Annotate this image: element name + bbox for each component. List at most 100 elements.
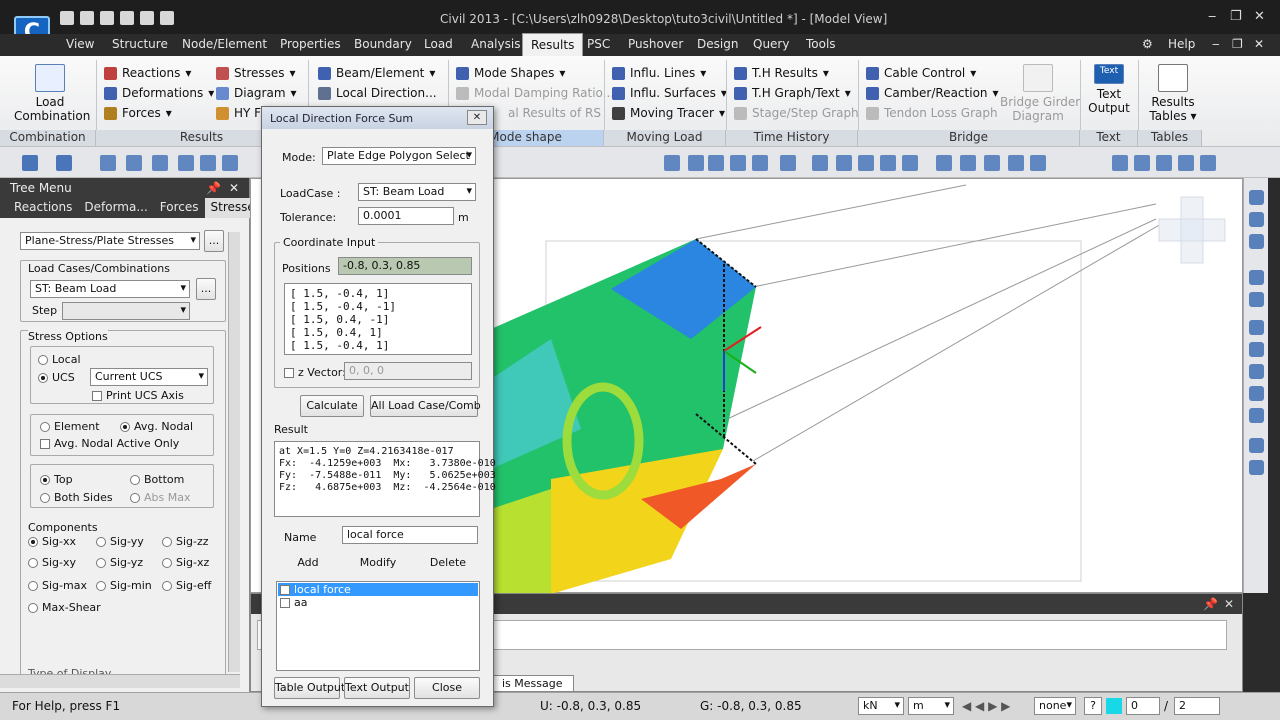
view-left-icon[interactable] bbox=[836, 155, 852, 171]
text-output-button[interactable]: Text Text Output bbox=[1084, 64, 1134, 115]
close-button[interactable]: ✕ bbox=[1254, 9, 1265, 24]
hidden-icon[interactable] bbox=[936, 155, 952, 171]
menu-properties[interactable]: Properties bbox=[280, 37, 341, 51]
zoom-tool-icon[interactable] bbox=[1249, 190, 1264, 205]
diagram-button[interactable]: Diagram ▾ bbox=[216, 86, 297, 100]
save-as-icon[interactable] bbox=[120, 11, 134, 25]
unlock-icon[interactable] bbox=[1030, 155, 1046, 171]
menu-results[interactable]: Results bbox=[522, 33, 584, 56]
menu-query[interactable]: Query bbox=[753, 37, 789, 51]
sig-xx-radio[interactable]: Sig-xx bbox=[28, 535, 76, 548]
undo-arrow-icon[interactable] bbox=[22, 155, 38, 171]
close-dialog-button[interactable]: Close bbox=[414, 677, 480, 699]
menu-tools[interactable]: Tools bbox=[806, 37, 836, 51]
open-icon[interactable] bbox=[80, 11, 94, 25]
force-unit-select[interactable]: kN bbox=[858, 697, 904, 715]
tree-horizontal-scrollbar[interactable] bbox=[0, 674, 240, 688]
camber-reaction-button[interactable]: Camber/Reaction ▾ bbox=[866, 86, 999, 100]
unselect-icon[interactable] bbox=[222, 155, 238, 171]
ucs-radio[interactable]: UCS bbox=[38, 371, 75, 384]
stresses-button[interactable]: Stresses ▾ bbox=[216, 66, 296, 80]
local-radio[interactable]: Local bbox=[38, 353, 81, 366]
doc-close-button[interactable]: ✕ bbox=[1254, 37, 1264, 51]
edit-icon[interactable] bbox=[780, 155, 796, 171]
menu-node-element[interactable]: Node/Element bbox=[182, 37, 267, 51]
redo-arrow-icon[interactable] bbox=[56, 155, 72, 171]
viewcube-front-icon[interactable] bbox=[1180, 240, 1204, 264]
doc-restore-button[interactable]: ❐ bbox=[1232, 37, 1243, 51]
lock-icon[interactable] bbox=[1008, 155, 1024, 171]
avg-nodal-radio[interactable]: Avg. Nodal bbox=[120, 420, 193, 433]
rotate-tool-icon[interactable] bbox=[1249, 212, 1264, 227]
hydration-button[interactable]: HY F bbox=[216, 106, 261, 120]
table-output-button[interactable]: Table Output bbox=[274, 677, 345, 699]
modify-button[interactable]: Modify bbox=[346, 553, 410, 575]
sig-xz-radio[interactable]: Sig-xz bbox=[162, 556, 209, 569]
moving-tracer-button[interactable]: Moving Tracer ▾ bbox=[612, 106, 725, 120]
local-direction-button[interactable]: Local Direction... bbox=[318, 86, 437, 100]
position-row[interactable]: [ 1.5, 0.4, -1] bbox=[290, 313, 466, 326]
shading-icon[interactable] bbox=[960, 155, 976, 171]
undo-icon[interactable] bbox=[160, 11, 174, 25]
maximize-button[interactable]: ❐ bbox=[1230, 9, 1242, 24]
influ-lines-button[interactable]: Influ. Lines ▾ bbox=[612, 66, 706, 80]
display-frame-icon[interactable] bbox=[1249, 292, 1264, 307]
named-view-icon[interactable] bbox=[1249, 364, 1264, 379]
avg-nodal-active-checkbox[interactable]: Avg. Nodal Active Only bbox=[40, 437, 179, 450]
bottom-radio[interactable]: Bottom bbox=[130, 473, 184, 486]
th-graph-text-button[interactable]: T.H Graph/Text ▾ bbox=[734, 86, 851, 100]
viewcube-left-icon[interactable] bbox=[1158, 218, 1182, 242]
prev-page-icon[interactable]: ◀ ◀ ▶ ▶ bbox=[962, 699, 1010, 713]
view-top-icon[interactable] bbox=[902, 155, 918, 171]
saved-item-selected[interactable]: local force bbox=[278, 583, 478, 596]
sig-yy-radio[interactable]: Sig-yy bbox=[96, 535, 144, 548]
zoom-window-icon[interactable] bbox=[1112, 155, 1128, 171]
menu-pushover[interactable]: Pushover bbox=[628, 37, 683, 51]
add-button[interactable]: Add bbox=[276, 553, 340, 575]
sig-zz-radio[interactable]: Sig-zz bbox=[162, 535, 209, 548]
page-stepper[interactable]: 2 bbox=[1174, 697, 1220, 715]
name-input[interactable]: local force bbox=[342, 526, 478, 544]
dialog-close-icon[interactable]: ✕ bbox=[467, 110, 487, 125]
sig-min-radio[interactable]: Sig-min bbox=[96, 579, 152, 592]
results-tables-button[interactable]: Results Tables ▾ bbox=[1142, 64, 1204, 123]
active-identity-icon[interactable] bbox=[752, 155, 768, 171]
zoom-dynamic-icon[interactable] bbox=[1134, 155, 1150, 171]
inactivate-icon[interactable] bbox=[688, 155, 704, 171]
length-unit-select[interactable]: m bbox=[908, 697, 954, 715]
position-row[interactable]: [ 1.5, -0.4, 1] bbox=[290, 339, 466, 352]
sig-max-radio[interactable]: Sig-max bbox=[28, 579, 87, 592]
modal-results-rs-button[interactable]: al Results of RS bbox=[508, 106, 601, 120]
group-icon[interactable] bbox=[1249, 342, 1264, 357]
view-iso-icon[interactable] bbox=[880, 155, 896, 171]
menu-structure[interactable]: Structure bbox=[112, 37, 168, 51]
zoom-out-icon[interactable] bbox=[1178, 155, 1194, 171]
zoom-all-icon[interactable] bbox=[1200, 155, 1216, 171]
th-results-button[interactable]: T.H Results ▾ bbox=[734, 66, 829, 80]
menu-design[interactable]: Design bbox=[697, 37, 738, 51]
menu-analysis[interactable]: Analysis bbox=[471, 37, 520, 51]
select-line-icon[interactable] bbox=[178, 155, 194, 171]
settings-gear-icon[interactable]: ⚙ bbox=[1142, 37, 1153, 51]
tab-forces[interactable]: Forces bbox=[154, 198, 205, 218]
positions-input[interactable]: -0.8, 0.3, 0.85 bbox=[338, 257, 472, 275]
mode-select[interactable]: Plate Edge Polygon Select bbox=[322, 147, 476, 165]
display-icon[interactable] bbox=[984, 155, 1000, 171]
all-load-case-comb-button[interactable]: All Load Case/Comb bbox=[370, 395, 481, 417]
sig-xy-radio[interactable]: Sig-xy bbox=[28, 556, 76, 569]
element-radio[interactable]: Element bbox=[40, 420, 100, 433]
help-query-button[interactable]: ? bbox=[1084, 697, 1102, 715]
sig-eff-radio[interactable]: Sig-eff bbox=[162, 579, 211, 592]
tab-deformations[interactable]: Deforma... bbox=[78, 198, 153, 218]
view-front-icon[interactable] bbox=[858, 155, 874, 171]
select-previous-icon[interactable] bbox=[200, 155, 216, 171]
abs-max-radio[interactable]: Abs Max bbox=[130, 491, 190, 504]
refresh-icon[interactable] bbox=[1249, 270, 1264, 285]
load-case-more-button[interactable]: ... bbox=[196, 278, 216, 300]
calculate-button[interactable]: Calculate bbox=[300, 395, 364, 417]
cable-control-button[interactable]: Cable Control ▾ bbox=[866, 66, 976, 80]
tree-close-icon[interactable]: ✕ bbox=[229, 181, 239, 195]
filter-select[interactable]: none bbox=[1034, 697, 1076, 715]
saved-list[interactable]: local force aa bbox=[276, 581, 480, 671]
menu-help[interactable]: Help bbox=[1168, 37, 1195, 51]
